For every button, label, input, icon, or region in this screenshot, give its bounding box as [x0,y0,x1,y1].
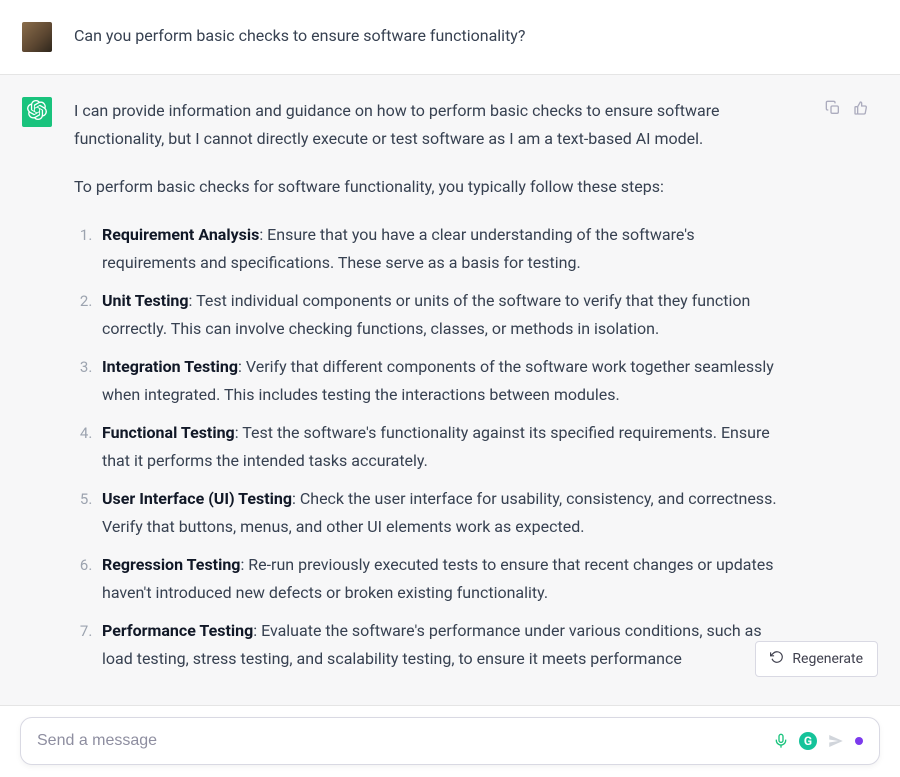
user-message-text: Can you perform basic checks to ensure s… [74,22,870,52]
regenerate-button[interactable]: Regenerate [755,641,878,677]
list-item: Unit Testing: Test individual components… [96,287,792,343]
composer-area: G [20,717,880,765]
composer: G [20,717,880,765]
list-item: Requirement Analysis: Ensure that you ha… [96,221,792,277]
list-item: Functional Testing: Test the software's … [96,419,792,475]
microphone-icon[interactable] [773,733,789,749]
assistant-message-body: I can provide information and guidance o… [74,97,802,683]
user-message-row: Can you perform basic checks to ensure s… [0,0,900,75]
regenerate-label: Regenerate [792,651,863,667]
status-dot-icon [855,737,863,745]
thumbs-up-icon[interactable] [852,99,870,117]
refresh-icon [770,650,784,668]
assistant-intro-1: I can provide information and guidance o… [74,97,792,153]
assistant-avatar [22,97,52,127]
list-item: Regression Testing: Re-run previously ex… [96,551,792,607]
assistant-intro-2: To perform basic checks for software fun… [74,173,792,201]
composer-icons: G [773,732,863,750]
assistant-message-row: I can provide information and guidance o… [0,75,900,706]
openai-logo-icon [27,100,47,124]
grammarly-icon[interactable]: G [799,732,817,750]
assistant-actions [824,97,870,683]
copy-icon[interactable] [824,99,842,117]
message-input[interactable] [37,732,763,750]
list-item: User Interface (UI) Testing: Check the u… [96,485,792,541]
send-icon[interactable] [827,732,845,750]
user-avatar [22,22,52,52]
list-item: Performance Testing: Evaluate the softwa… [96,617,792,673]
list-item: Integration Testing: Verify that differe… [96,353,792,409]
assistant-steps-list: Requirement Analysis: Ensure that you ha… [74,221,792,673]
